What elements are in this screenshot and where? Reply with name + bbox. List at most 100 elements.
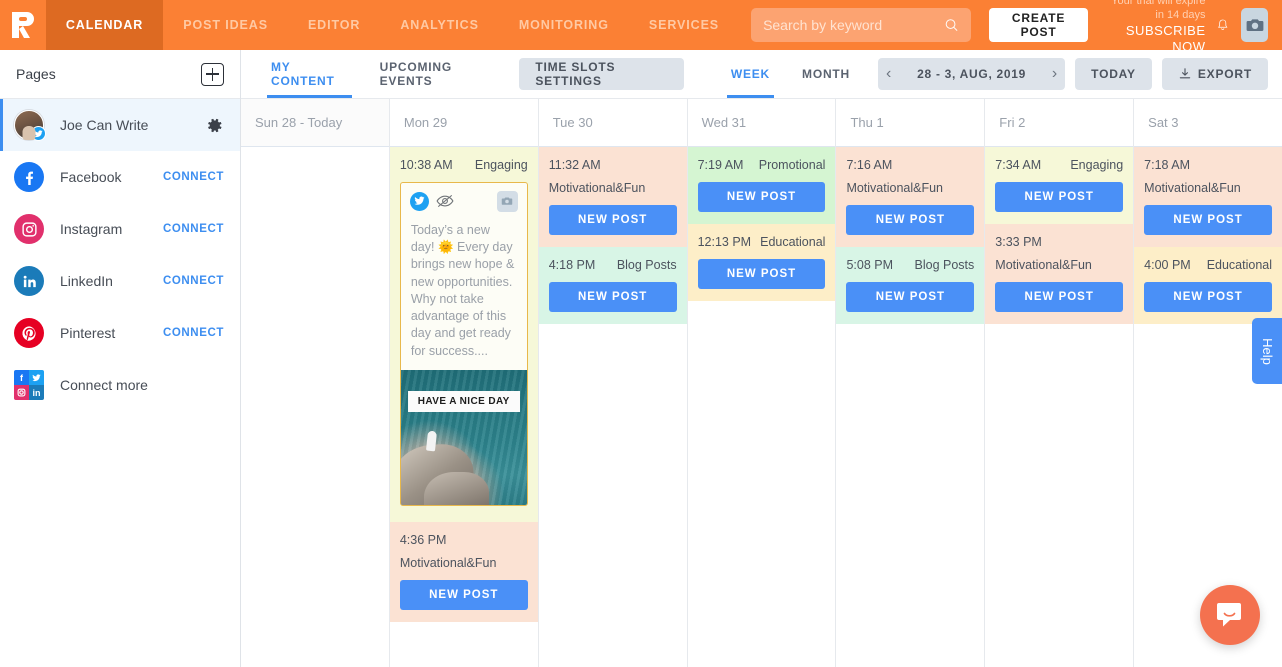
connect-pinterest-link[interactable]: CONNECT — [163, 327, 224, 339]
slot-header: 10:38 AM Engaging — [400, 157, 528, 174]
twitter-bird-glyph — [414, 196, 425, 206]
new-post-button[interactable]: NEW POST — [548, 204, 677, 235]
time-slot-empty: 7:18 AM Motivational&Fun NEW POST — [1134, 147, 1282, 247]
nav-item-calendar[interactable]: CALENDAR — [45, 0, 164, 50]
create-post-button[interactable]: CREATE POST — [989, 8, 1088, 42]
subscribe-now-link[interactable]: SUBSCRIBE NOW — [1106, 23, 1206, 56]
day-body: 7:18 AM Motivational&Fun NEW POST 4:00 P… — [1134, 147, 1282, 667]
connect-instagram-link[interactable]: CONNECT — [163, 223, 224, 235]
nav-item-analytics[interactable]: ANALYTICS — [380, 0, 498, 50]
instagram-icon — [14, 214, 44, 244]
gear-icon[interactable] — [205, 116, 224, 135]
time-slot-empty: 4:36 PM Motivational&Fun NEW POST — [389, 521, 538, 622]
search-input[interactable] — [763, 17, 945, 33]
prev-week-button[interactable]: ‹ — [878, 58, 899, 90]
time-slot-empty: 4:00 PM Educational NEW POST — [1134, 246, 1282, 324]
slot-time: 4:00 PM — [1144, 257, 1191, 272]
body-container: Pages Joe Can Write Facebook CONNECT Ins… — [0, 50, 1282, 667]
view-toggle-week[interactable]: WEEK — [715, 50, 786, 98]
slot-time: 7:16 AM — [846, 158, 893, 172]
screenshot-camera-button[interactable] — [1241, 8, 1268, 42]
day-column-sun-28: Sun 28 - Today — [241, 99, 390, 667]
today-button[interactable]: TODAY — [1075, 58, 1152, 90]
sidebar-connect-more[interactable]: f in Connect more — [0, 359, 240, 411]
day-header: Sat 3 — [1134, 99, 1282, 147]
instagram-glyph — [21, 221, 37, 237]
slot-category: Blog Posts — [616, 257, 677, 272]
new-post-button[interactable]: NEW POST — [995, 281, 1124, 312]
notification-bell-icon[interactable] — [1216, 14, 1229, 36]
slot-time: 7:18 AM — [1144, 158, 1191, 172]
post-image-caption: HAVE A NICE DAY — [407, 391, 520, 413]
slot-time: 12:13 PM — [697, 234, 752, 249]
nav-item-post-ideas[interactable]: POST IDEAS — [163, 0, 288, 50]
time-slot-empty: 12:13 PM Educational NEW POST — [687, 223, 836, 301]
slot-header: 7:34 AM Engaging — [995, 157, 1123, 174]
new-post-button[interactable]: NEW POST — [548, 281, 677, 312]
post-image-preview[interactable]: HAVE A NICE DAY — [400, 369, 527, 505]
view-label: WEEK — [730, 67, 771, 81]
slot-time: 4:18 PM — [548, 257, 596, 272]
post-camera-icon[interactable] — [496, 190, 518, 212]
pinterest-glyph — [21, 325, 36, 341]
sidebar-account-label: Instagram — [60, 221, 123, 237]
sidebar-account-instagram[interactable]: Instagram CONNECT — [0, 203, 240, 255]
tab-label: MY CONTENT — [271, 60, 335, 88]
time-slots-settings-button[interactable]: TIME SLOTS SETTINGS — [519, 58, 684, 90]
trial-subscribe-block[interactable]: Your trial will expire in 14 days SUBSCR… — [1106, 0, 1206, 56]
scheduled-post-card[interactable]: Today’s a new day! 🌞 Every day brings ne… — [399, 181, 528, 506]
nav-item-monitoring[interactable]: MONITORING — [499, 0, 629, 50]
slot-category: Motivational&Fun — [995, 257, 1092, 272]
new-post-button[interactable]: NEW POST — [1144, 204, 1273, 235]
new-post-button[interactable]: NEW POST — [846, 281, 975, 312]
facebook-glyph — [26, 171, 33, 185]
pages-header: Pages — [0, 50, 240, 99]
new-post-button[interactable]: NEW POST — [697, 181, 826, 212]
new-post-button[interactable]: NEW POST — [995, 181, 1124, 212]
connect-linkedin-link[interactable]: CONNECT — [163, 275, 224, 287]
slot-header: 12:13 PM Educational — [698, 234, 826, 251]
new-post-button[interactable]: NEW POST — [399, 579, 528, 610]
slot-header: 4:00 PM Educational — [1144, 257, 1272, 274]
time-slot-empty: 3:33 PM Motivational&Fun NEW POST — [985, 223, 1134, 324]
tab-my-content[interactable]: MY CONTENT — [255, 50, 364, 98]
new-post-button[interactable]: NEW POST — [697, 258, 826, 289]
sidebar-account-label: Connect more — [60, 377, 148, 393]
new-post-button[interactable]: NEW POST — [1144, 281, 1273, 312]
slot-time: 4:36 PM — [399, 532, 447, 547]
day-header: Fri 2 — [985, 99, 1134, 147]
day-column-thu-1: Thu 1 7:16 AM Motivational&Fun NEW POST … — [836, 99, 986, 667]
nav-item-services[interactable]: SERVICES — [629, 0, 739, 50]
slot-time: 3:33 PM — [995, 234, 1042, 249]
eye-slash-icon[interactable] — [436, 194, 454, 208]
tab-upcoming-events[interactable]: UPCOMING EVENTS — [364, 50, 510, 98]
sidebar-account-joe-can-write[interactable]: Joe Can Write — [0, 99, 240, 151]
day-column-mon-29: Mon 29 10:38 AM Engaging Today’s a new d… — [389, 99, 539, 667]
connect-facebook-link[interactable]: CONNECT — [163, 171, 224, 183]
date-range-label: 28 - 3, AUG, 2019 — [917, 67, 1027, 81]
sidebar-account-linkedin[interactable]: LinkedIn CONNECT — [0, 255, 240, 307]
next-week-button[interactable]: › — [1044, 58, 1065, 90]
day-body[interactable] — [241, 147, 389, 667]
top-navigation-bar: CALENDAR POST IDEAS EDITOR ANALYTICS MON… — [0, 0, 1282, 54]
day-body: 7:16 AM Motivational&Fun NEW POST 5:08 P… — [836, 147, 985, 667]
facebook-mini-icon: f — [14, 370, 29, 385]
tab-label: UPCOMING EVENTS — [379, 60, 453, 88]
chat-launcher[interactable] — [1200, 585, 1260, 645]
add-page-button[interactable] — [201, 62, 224, 86]
search-box[interactable] — [751, 8, 972, 42]
new-post-button[interactable]: NEW POST — [846, 204, 975, 235]
postplanner-logo[interactable] — [0, 0, 46, 50]
sidebar-account-pinterest[interactable]: Pinterest CONNECT — [0, 307, 240, 359]
help-tab[interactable]: Help — [1252, 318, 1282, 384]
slot-category: Educational — [760, 234, 826, 249]
sidebar-account-label: Pinterest — [60, 325, 116, 341]
view-toggle-month[interactable]: MONTH — [786, 50, 866, 98]
slot-category: Educational — [1206, 257, 1273, 272]
app-root: CALENDAR POST IDEAS EDITOR ANALYTICS MON… — [0, 0, 1282, 667]
time-slot-with-post: 10:38 AM Engaging Today’s a new day! 🌞 E… — [389, 147, 538, 522]
sidebar-account-facebook[interactable]: Facebook CONNECT — [0, 151, 240, 203]
export-button[interactable]: EXPORT — [1161, 58, 1269, 90]
nav-item-editor[interactable]: EDITOR — [288, 0, 380, 50]
pages-title: Pages — [16, 66, 56, 82]
